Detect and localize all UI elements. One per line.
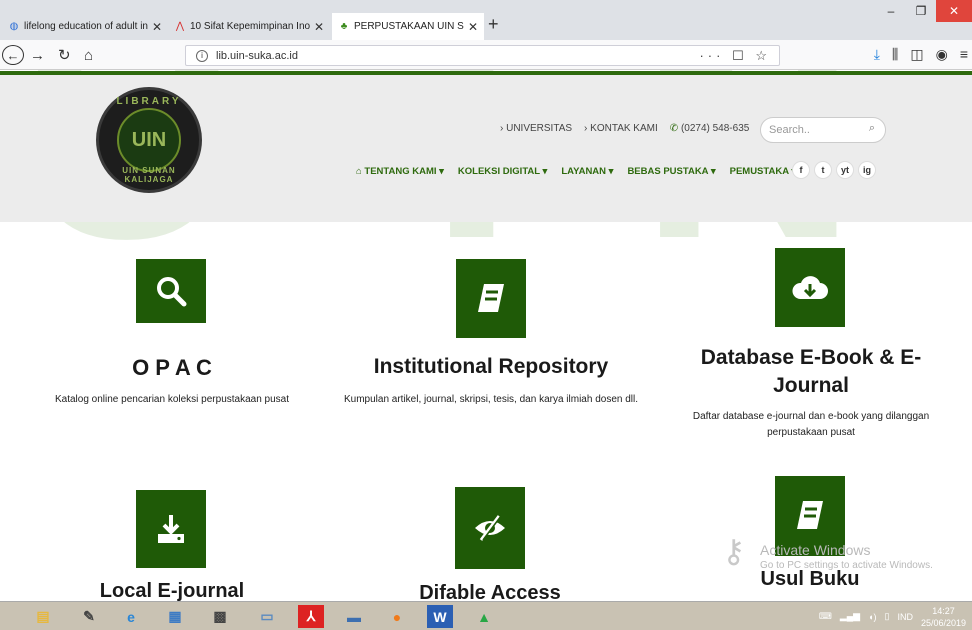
phone-text: (0274) 548-635	[680, 123, 750, 134]
sidebar-icon[interactable]: ◫	[910, 46, 923, 63]
control-panel-icon[interactable]: ▦	[162, 605, 188, 628]
link-kontak-kami[interactable]: › KONTAK KAMI	[584, 123, 658, 134]
image-viewer-icon[interactable]: ▭	[254, 605, 280, 628]
file-explorer-icon[interactable]: ▤	[30, 605, 56, 628]
system-tray: ⌨ ▂▄▆ ◖) ▯ IND 14:27 25/06/2019	[819, 602, 972, 630]
clock[interactable]: 14:27 25/06/2019	[921, 605, 966, 629]
download-icon[interactable]	[136, 490, 206, 568]
facebook-icon[interactable]: f	[792, 161, 810, 179]
tab-kepemimpinan[interactable]: ⋀ 10 Sifat Kepemimpinan Inovati ✕	[168, 13, 330, 40]
search-icon[interactable]: ⌕	[869, 122, 875, 135]
tab-perpustakaan[interactable]: ♣ PERPUSTAKAAN UIN SUNAN K ✕	[332, 13, 484, 40]
internet-explorer-icon[interactable]: e	[118, 605, 144, 628]
new-tab-button[interactable]: +	[488, 14, 499, 35]
top-links: › UNIVERSITAS › KONTAK KAMI ✆ (0274) 548…	[500, 123, 749, 134]
volume-icon[interactable]: ◖)	[868, 612, 876, 622]
nav-pemustaka[interactable]: PEMUSTAKA ▾	[730, 166, 797, 177]
key-icon: ⚷	[722, 533, 746, 569]
battery-icon[interactable]: ▯	[885, 611, 890, 622]
language-indicator[interactable]: IND	[897, 612, 913, 622]
tab-lifelong-education[interactable]: ◍ lifelong education of adult in t ✕	[2, 13, 168, 40]
close-icon[interactable]: ✕	[148, 20, 162, 34]
browser-tab-bar: ◍ lifelong education of adult in t ✕ ⋀ 1…	[0, 0, 972, 40]
tab-label: lifelong education of adult in t	[24, 21, 148, 32]
minimize-button[interactable]: –	[876, 0, 906, 22]
flame-icon: ⋀	[175, 21, 185, 32]
browser-nav-bar: ← → ↻ ⌂ i lib.uin-suka.ac.id ··· ☐ ☆ ⤓ ⫼…	[0, 40, 972, 70]
social-links: f t yt ig	[792, 161, 876, 179]
word-icon[interactable]: W	[427, 605, 453, 628]
instagram-icon[interactable]: ig	[858, 161, 876, 179]
window-close-button[interactable]: ✕	[936, 0, 972, 22]
url-bar[interactable]: i lib.uin-suka.ac.id ··· ☐ ☆	[185, 45, 780, 66]
card-database-title[interactable]: Database E-Book & E-Journal	[700, 344, 922, 400]
keyboard-icon[interactable]: ⌨	[819, 611, 832, 622]
cloud-download-icon[interactable]	[775, 248, 845, 327]
info-icon[interactable]: i	[196, 49, 208, 62]
card-opac-title[interactable]: O P A C	[60, 355, 284, 381]
window-controls: – ❐ ✕	[876, 0, 972, 22]
browser-toolbar-right: ⤓ ⫼ ◫ ◉ ≡	[874, 46, 968, 63]
url-text: lib.uin-suka.ac.id	[216, 49, 298, 62]
card-repository-desc: Kumpulan artikel, journal, skripsi, tesi…	[343, 394, 639, 405]
library-icon[interactable]: ⫼	[892, 46, 898, 63]
twitter-icon[interactable]: t	[814, 161, 832, 179]
nav-layanan[interactable]: LAYANAN ▾	[561, 166, 613, 177]
logo-top-text: LIBRARY	[116, 96, 182, 107]
download-icon[interactable]: ⤓	[874, 46, 880, 63]
forward-button[interactable]: →	[30, 45, 45, 65]
phone-icon: ✆	[669, 123, 681, 134]
card-repository-title[interactable]: Institutional Repository	[340, 355, 642, 379]
youtube-icon[interactable]: yt	[836, 161, 854, 179]
clock-date: 25/06/2019	[920, 617, 966, 628]
phone-number: ✆ (0274) 548-635	[670, 123, 750, 134]
card-usul-buku-title[interactable]: Usul Buku	[740, 568, 880, 591]
library-logo[interactable]: LIBRARY UIN UIN SUNAN KALIJAGA	[96, 87, 202, 193]
pdf-reader-icon[interactable]: ⅄	[298, 605, 324, 628]
home-button[interactable]: ⌂	[84, 45, 93, 65]
activate-subtitle: Go to PC settings to activate Windows.	[760, 560, 933, 571]
url-actions[interactable]: ··· ☐ ☆	[699, 48, 771, 64]
library-icon: ♣	[340, 21, 348, 32]
nav-koleksi-digital[interactable]: KOLEKSI DIGITAL ▾	[458, 166, 547, 177]
firefox-icon[interactable]: ●	[384, 605, 410, 628]
calendar-icon[interactable]: ▩	[207, 605, 233, 628]
tab-label: PERPUSTAKAAN UIN SUNAN K	[354, 21, 464, 32]
logo-emblem: UIN	[117, 108, 181, 172]
drive-icon[interactable]: ▬	[341, 605, 367, 628]
activate-title: Activate Windows	[760, 542, 871, 558]
card-opac-desc: Katalog online pencarian koleksi perpust…	[54, 394, 290, 405]
book-icon[interactable]	[456, 259, 526, 338]
card-local-ejournal-title[interactable]: Local E-journal	[70, 580, 274, 603]
tool-icon[interactable]: ✎	[76, 605, 102, 628]
reload-button[interactable]: ↻	[58, 45, 71, 65]
logo-mark: UIN	[131, 128, 167, 151]
network-icon[interactable]: ▂▄▆	[840, 611, 860, 622]
account-icon[interactable]: ◉	[936, 46, 948, 63]
card-database-desc: Daftar database e-journal dan e-book yan…	[692, 411, 930, 438]
globe-icon: ◍	[9, 21, 19, 32]
menu-icon[interactable]: ≡	[960, 46, 968, 63]
close-icon[interactable]: ✕	[310, 20, 324, 34]
nav-tentang-kami[interactable]: ⌂ TENTANG KAMI ▾	[356, 166, 444, 177]
nav-bebas-pustaka[interactable]: BEBAS PUSTAKA ▾	[627, 166, 715, 177]
main-nav: ⌂ TENTANG KAMI ▾ KOLEKSI DIGITAL ▾ LAYAN…	[356, 166, 796, 177]
search-input[interactable]: Search.. ⌕	[760, 117, 886, 143]
back-button[interactable]: ←	[2, 45, 24, 65]
search-icon[interactable]	[136, 259, 206, 323]
tab-label: 10 Sifat Kepemimpinan Inovati	[190, 21, 310, 32]
activate-windows-notice: Activate Windows Go to PC settings to ac…	[760, 542, 933, 571]
taskbar: ▤ ✎ e ▦ ▩ ▭ ⅄ ▬ ● W ▲ ⌨ ▂▄▆ ◖) ▯ IND 14:…	[0, 601, 972, 630]
link-universitas[interactable]: › UNIVERSITAS	[500, 123, 572, 134]
logo-bottom-text: UIN SUNAN KALIJAGA	[122, 166, 176, 184]
green-app-icon[interactable]: ▲	[471, 605, 497, 628]
search-placeholder: Search..	[769, 124, 810, 136]
eye-slash-icon[interactable]	[455, 487, 525, 569]
clock-time: 14:27	[932, 605, 955, 616]
nav-tentang-kami-label: TENTANG KAMI ▾	[364, 166, 444, 177]
maximize-button[interactable]: ❐	[906, 0, 936, 22]
close-icon[interactable]: ✕	[464, 20, 478, 34]
